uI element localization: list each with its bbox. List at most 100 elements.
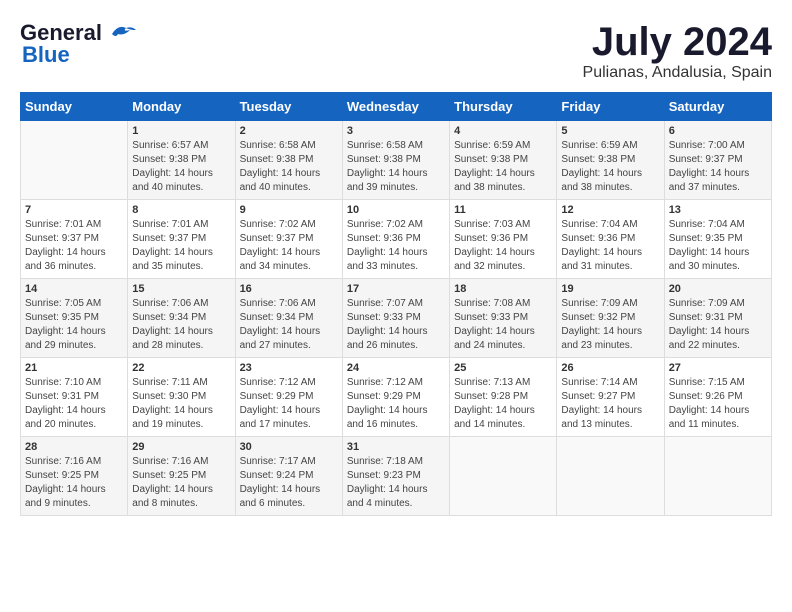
- day-number: 10: [347, 204, 445, 216]
- week-row-1: 7 Sunrise: 7:01 AMSunset: 9:37 PMDayligh…: [21, 200, 772, 279]
- day-number: 22: [132, 362, 230, 374]
- day-info: Sunrise: 7:18 AMSunset: 9:23 PMDaylight:…: [347, 455, 445, 511]
- day-info: Sunrise: 7:13 AMSunset: 9:28 PMDaylight:…: [454, 376, 552, 432]
- calendar-cell: 16 Sunrise: 7:06 AMSunset: 9:34 PMDaylig…: [235, 279, 342, 358]
- calendar-cell: 9 Sunrise: 7:02 AMSunset: 9:37 PMDayligh…: [235, 200, 342, 279]
- day-number: 26: [561, 362, 659, 374]
- day-info: Sunrise: 7:08 AMSunset: 9:33 PMDaylight:…: [454, 297, 552, 353]
- calendar-cell: [557, 437, 664, 516]
- logo-bird-icon: [104, 22, 136, 44]
- day-number: 20: [669, 283, 767, 295]
- header-tuesday: Tuesday: [235, 93, 342, 121]
- calendar-cell: 22 Sunrise: 7:11 AMSunset: 9:30 PMDaylig…: [128, 358, 235, 437]
- calendar-cell: 17 Sunrise: 7:07 AMSunset: 9:33 PMDaylig…: [342, 279, 449, 358]
- day-info: Sunrise: 7:04 AMSunset: 9:36 PMDaylight:…: [561, 218, 659, 274]
- day-number: 17: [347, 283, 445, 295]
- week-row-4: 28 Sunrise: 7:16 AMSunset: 9:25 PMDaylig…: [21, 437, 772, 516]
- logo-text-blue: Blue: [20, 42, 70, 68]
- day-number: 31: [347, 441, 445, 453]
- day-number: 23: [240, 362, 338, 374]
- day-number: 6: [669, 125, 767, 137]
- calendar-cell: 5 Sunrise: 6:59 AMSunset: 9:38 PMDayligh…: [557, 121, 664, 200]
- day-info: Sunrise: 7:12 AMSunset: 9:29 PMDaylight:…: [347, 376, 445, 432]
- calendar-cell: 27 Sunrise: 7:15 AMSunset: 9:26 PMDaylig…: [664, 358, 771, 437]
- day-number: 13: [669, 204, 767, 216]
- day-info: Sunrise: 7:03 AMSunset: 9:36 PMDaylight:…: [454, 218, 552, 274]
- header-row: SundayMondayTuesdayWednesdayThursdayFrid…: [21, 93, 772, 121]
- day-info: Sunrise: 6:59 AMSunset: 9:38 PMDaylight:…: [454, 139, 552, 195]
- day-info: Sunrise: 7:02 AMSunset: 9:37 PMDaylight:…: [240, 218, 338, 274]
- calendar-cell: 4 Sunrise: 6:59 AMSunset: 9:38 PMDayligh…: [450, 121, 557, 200]
- header-monday: Monday: [128, 93, 235, 121]
- day-number: 12: [561, 204, 659, 216]
- day-number: 5: [561, 125, 659, 137]
- day-info: Sunrise: 7:09 AMSunset: 9:31 PMDaylight:…: [669, 297, 767, 353]
- header-saturday: Saturday: [664, 93, 771, 121]
- title-block: July 2024 Pulianas, Andalusia, Spain: [583, 20, 772, 82]
- day-info: Sunrise: 6:59 AMSunset: 9:38 PMDaylight:…: [561, 139, 659, 195]
- day-info: Sunrise: 6:58 AMSunset: 9:38 PMDaylight:…: [240, 139, 338, 195]
- calendar-cell: [21, 121, 128, 200]
- day-number: 4: [454, 125, 552, 137]
- calendar-cell: 1 Sunrise: 6:57 AMSunset: 9:38 PMDayligh…: [128, 121, 235, 200]
- calendar-cell: 19 Sunrise: 7:09 AMSunset: 9:32 PMDaylig…: [557, 279, 664, 358]
- calendar-cell: 21 Sunrise: 7:10 AMSunset: 9:31 PMDaylig…: [21, 358, 128, 437]
- header-friday: Friday: [557, 93, 664, 121]
- day-number: 15: [132, 283, 230, 295]
- day-number: 11: [454, 204, 552, 216]
- day-number: 21: [25, 362, 123, 374]
- calendar-cell: 7 Sunrise: 7:01 AMSunset: 9:37 PMDayligh…: [21, 200, 128, 279]
- calendar-cell: 31 Sunrise: 7:18 AMSunset: 9:23 PMDaylig…: [342, 437, 449, 516]
- day-number: 24: [347, 362, 445, 374]
- day-info: Sunrise: 7:07 AMSunset: 9:33 PMDaylight:…: [347, 297, 445, 353]
- day-info: Sunrise: 7:01 AMSunset: 9:37 PMDaylight:…: [25, 218, 123, 274]
- calendar-cell: 23 Sunrise: 7:12 AMSunset: 9:29 PMDaylig…: [235, 358, 342, 437]
- calendar-cell: 20 Sunrise: 7:09 AMSunset: 9:31 PMDaylig…: [664, 279, 771, 358]
- day-info: Sunrise: 7:15 AMSunset: 9:26 PMDaylight:…: [669, 376, 767, 432]
- day-info: Sunrise: 7:11 AMSunset: 9:30 PMDaylight:…: [132, 376, 230, 432]
- calendar-table: SundayMondayTuesdayWednesdayThursdayFrid…: [20, 92, 772, 516]
- day-info: Sunrise: 7:17 AMSunset: 9:24 PMDaylight:…: [240, 455, 338, 511]
- month-title: July 2024: [583, 20, 772, 64]
- header-sunday: Sunday: [21, 93, 128, 121]
- header-thursday: Thursday: [450, 93, 557, 121]
- day-info: Sunrise: 7:00 AMSunset: 9:37 PMDaylight:…: [669, 139, 767, 195]
- header-wednesday: Wednesday: [342, 93, 449, 121]
- day-number: 7: [25, 204, 123, 216]
- day-info: Sunrise: 7:02 AMSunset: 9:36 PMDaylight:…: [347, 218, 445, 274]
- day-info: Sunrise: 7:01 AMSunset: 9:37 PMDaylight:…: [132, 218, 230, 274]
- day-number: 29: [132, 441, 230, 453]
- week-row-2: 14 Sunrise: 7:05 AMSunset: 9:35 PMDaylig…: [21, 279, 772, 358]
- calendar-cell: 15 Sunrise: 7:06 AMSunset: 9:34 PMDaylig…: [128, 279, 235, 358]
- calendar-cell: 29 Sunrise: 7:16 AMSunset: 9:25 PMDaylig…: [128, 437, 235, 516]
- day-number: 14: [25, 283, 123, 295]
- calendar-cell: 2 Sunrise: 6:58 AMSunset: 9:38 PMDayligh…: [235, 121, 342, 200]
- day-info: Sunrise: 7:16 AMSunset: 9:25 PMDaylight:…: [132, 455, 230, 511]
- day-info: Sunrise: 6:58 AMSunset: 9:38 PMDaylight:…: [347, 139, 445, 195]
- day-number: 18: [454, 283, 552, 295]
- day-number: 2: [240, 125, 338, 137]
- calendar-cell: 18 Sunrise: 7:08 AMSunset: 9:33 PMDaylig…: [450, 279, 557, 358]
- day-info: Sunrise: 6:57 AMSunset: 9:38 PMDaylight:…: [132, 139, 230, 195]
- calendar-cell: 26 Sunrise: 7:14 AMSunset: 9:27 PMDaylig…: [557, 358, 664, 437]
- day-info: Sunrise: 7:16 AMSunset: 9:25 PMDaylight:…: [25, 455, 123, 511]
- day-info: Sunrise: 7:04 AMSunset: 9:35 PMDaylight:…: [669, 218, 767, 274]
- day-info: Sunrise: 7:10 AMSunset: 9:31 PMDaylight:…: [25, 376, 123, 432]
- day-info: Sunrise: 7:14 AMSunset: 9:27 PMDaylight:…: [561, 376, 659, 432]
- day-info: Sunrise: 7:05 AMSunset: 9:35 PMDaylight:…: [25, 297, 123, 353]
- page-header: General Blue July 2024 Pulianas, Andalus…: [20, 20, 772, 82]
- calendar-cell: 11 Sunrise: 7:03 AMSunset: 9:36 PMDaylig…: [450, 200, 557, 279]
- day-info: Sunrise: 7:06 AMSunset: 9:34 PMDaylight:…: [240, 297, 338, 353]
- calendar-cell: 8 Sunrise: 7:01 AMSunset: 9:37 PMDayligh…: [128, 200, 235, 279]
- day-info: Sunrise: 7:12 AMSunset: 9:29 PMDaylight:…: [240, 376, 338, 432]
- calendar-cell: 24 Sunrise: 7:12 AMSunset: 9:29 PMDaylig…: [342, 358, 449, 437]
- calendar-cell: 28 Sunrise: 7:16 AMSunset: 9:25 PMDaylig…: [21, 437, 128, 516]
- calendar-cell: 14 Sunrise: 7:05 AMSunset: 9:35 PMDaylig…: [21, 279, 128, 358]
- location-subtitle: Pulianas, Andalusia, Spain: [583, 64, 772, 82]
- day-number: 8: [132, 204, 230, 216]
- day-number: 1: [132, 125, 230, 137]
- logo: General Blue: [20, 20, 136, 68]
- calendar-cell: 25 Sunrise: 7:13 AMSunset: 9:28 PMDaylig…: [450, 358, 557, 437]
- day-number: 30: [240, 441, 338, 453]
- day-number: 16: [240, 283, 338, 295]
